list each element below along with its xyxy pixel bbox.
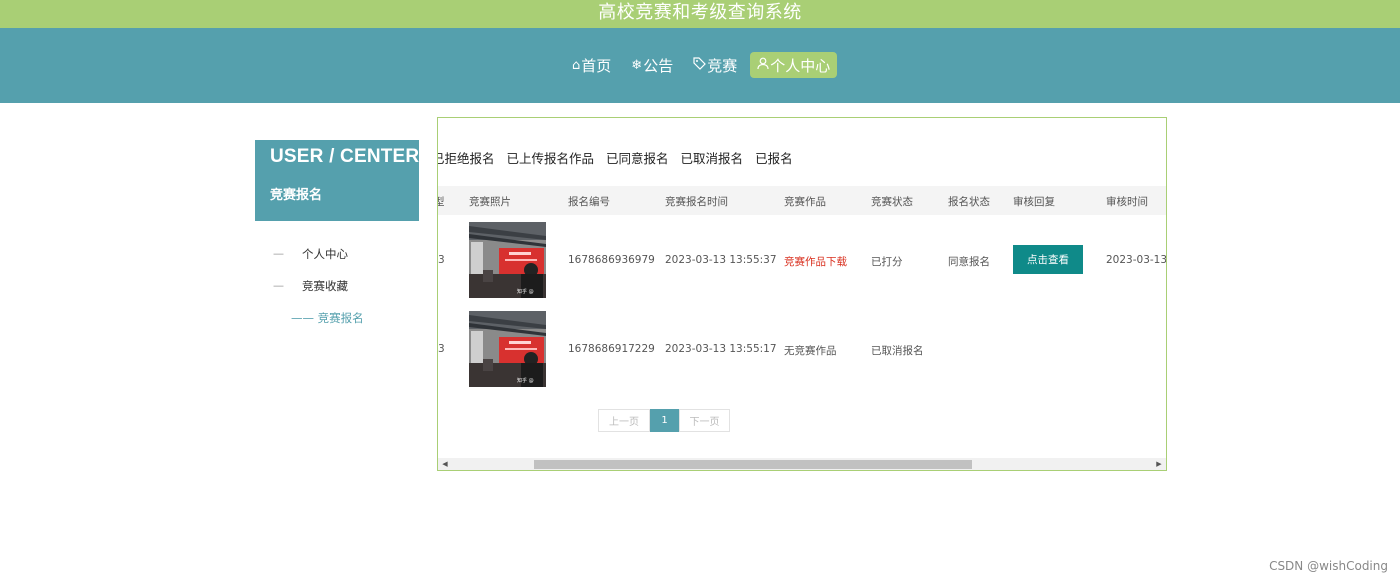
notice-icon: ❄ [631, 57, 643, 73]
header-photo: 竞赛照片 [469, 196, 511, 208]
sidebar-item-label: 竞赛收藏 [302, 279, 348, 293]
cell-reg-time: 2023-03-13 13:55:37 [665, 254, 777, 266]
menu-dash: — [273, 279, 284, 292]
nav-user-center-label: 个人中心 [770, 56, 831, 75]
watermark: CSDN @wishCoding [1269, 559, 1388, 573]
cell-review-time: 2023-03-13 1 [1106, 254, 1167, 266]
site-title: 高校竞赛和考级查询系统 [598, 2, 802, 23]
scroll-left-icon[interactable]: ◀ [438, 458, 452, 470]
sidebar-heading-card: USER / CENTER 竞赛报名 [255, 140, 419, 221]
contest-photo-image: 知乎 @ [469, 222, 546, 298]
cell-partial: 3 [438, 343, 445, 355]
title-bar: 高校竞赛和考级查询系统 [0, 0, 1400, 28]
sidebar-heading-en: USER / CENTER [270, 146, 420, 167]
tab-uploaded[interactable]: 已上传报名作品 [507, 148, 595, 167]
tab-rejected[interactable]: 已拒绝报名 [438, 148, 495, 167]
horizontal-scrollbar[interactable]: ◀ ▶ [438, 458, 1166, 470]
tag-icon [693, 56, 707, 74]
cell-partial: 3 [438, 254, 445, 266]
download-work-link[interactable]: 竞赛作品下载 [784, 254, 847, 269]
cell-work: 无竞赛作品 [784, 345, 837, 357]
nav-notice-label: 公告 [643, 56, 674, 75]
scrollbar-thumb[interactable] [534, 460, 972, 469]
nav-contest[interactable]: 竞赛 [686, 52, 744, 78]
nav-notice[interactable]: ❄ 公告 [624, 52, 680, 78]
menu-dash: — [273, 247, 284, 260]
cell-reg-time: 2023-03-13 13:55:17 [665, 343, 777, 355]
view-review-button[interactable]: 点击查看 [1013, 245, 1083, 274]
header-review-time: 审核时间 [1106, 196, 1148, 208]
tab-approved[interactable]: 已同意报名 [606, 148, 669, 167]
contest-photo-image: 知乎 @ [469, 311, 546, 387]
header-contest-status: 竞赛状态 [871, 196, 913, 208]
header-work: 竞赛作品 [784, 196, 826, 208]
status-tabs: 已拒绝报名 已上传报名作品 已同意报名 已取消报名 已报名 [438, 148, 793, 167]
contest-photo[interactable]: 知乎 @ [469, 222, 546, 298]
sidebar-item-label: 个人中心 [302, 247, 348, 261]
header-review-reply: 审核回复 [1013, 196, 1055, 208]
sidebar-subitem-registration[interactable]: —— 竞赛报名 [291, 310, 364, 326]
contest-photo[interactable]: 知乎 @ [469, 311, 546, 387]
tab-cancelled[interactable]: 已取消报名 [681, 148, 744, 167]
cell-reg-status: 同意报名 [948, 256, 990, 268]
header-reg-no: 报名编号 [568, 196, 610, 208]
main-nav: ⌂ 首页 ❄ 公告 竞赛 个人中心 [565, 52, 838, 78]
tab-registered[interactable]: 已报名 [755, 148, 793, 167]
svg-text:知乎 @: 知乎 @ [517, 288, 534, 295]
prev-page-button[interactable]: 上一页 [598, 409, 650, 432]
sidebar-heading-cn: 竞赛报名 [270, 188, 323, 203]
cell-contest-status: 已打分 [871, 256, 903, 268]
svg-text:知乎 @: 知乎 @ [517, 377, 534, 384]
registration-panel: 已拒绝报名 已上传报名作品 已同意报名 已取消报名 已报名 型 竞赛照片 报名编… [437, 117, 1167, 471]
home-icon: ⌂ [572, 57, 581, 73]
cell-contest-status: 已取消报名 [871, 345, 924, 357]
nav-contest-label: 竞赛 [707, 56, 738, 75]
next-page-button[interactable]: 下一页 [679, 409, 730, 432]
nav-bar: ⌂ 首页 ❄ 公告 竞赛 个人中心 [0, 28, 1400, 103]
pagination: 上一页 1 下一页 [598, 409, 730, 432]
header-reg-status: 报名状态 [948, 196, 990, 208]
page-1-button[interactable]: 1 [650, 409, 679, 432]
header-reg-time: 竞赛报名时间 [665, 196, 728, 208]
nav-home[interactable]: ⌂ 首页 [565, 52, 618, 78]
nav-home-label: 首页 [581, 56, 612, 75]
nav-user-center[interactable]: 个人中心 [750, 52, 838, 78]
scroll-right-icon[interactable]: ▶ [1152, 458, 1166, 470]
cell-reg-no: 1678686936979 [568, 254, 655, 266]
user-icon [757, 57, 769, 74]
header-partial: 型 [438, 194, 445, 209]
table-header: 型 竞赛照片 报名编号 竞赛报名时间 竞赛作品 竞赛状态 报名状态 审核回复 审… [438, 186, 1166, 215]
cell-reg-no: 1678686917229 [568, 343, 655, 355]
